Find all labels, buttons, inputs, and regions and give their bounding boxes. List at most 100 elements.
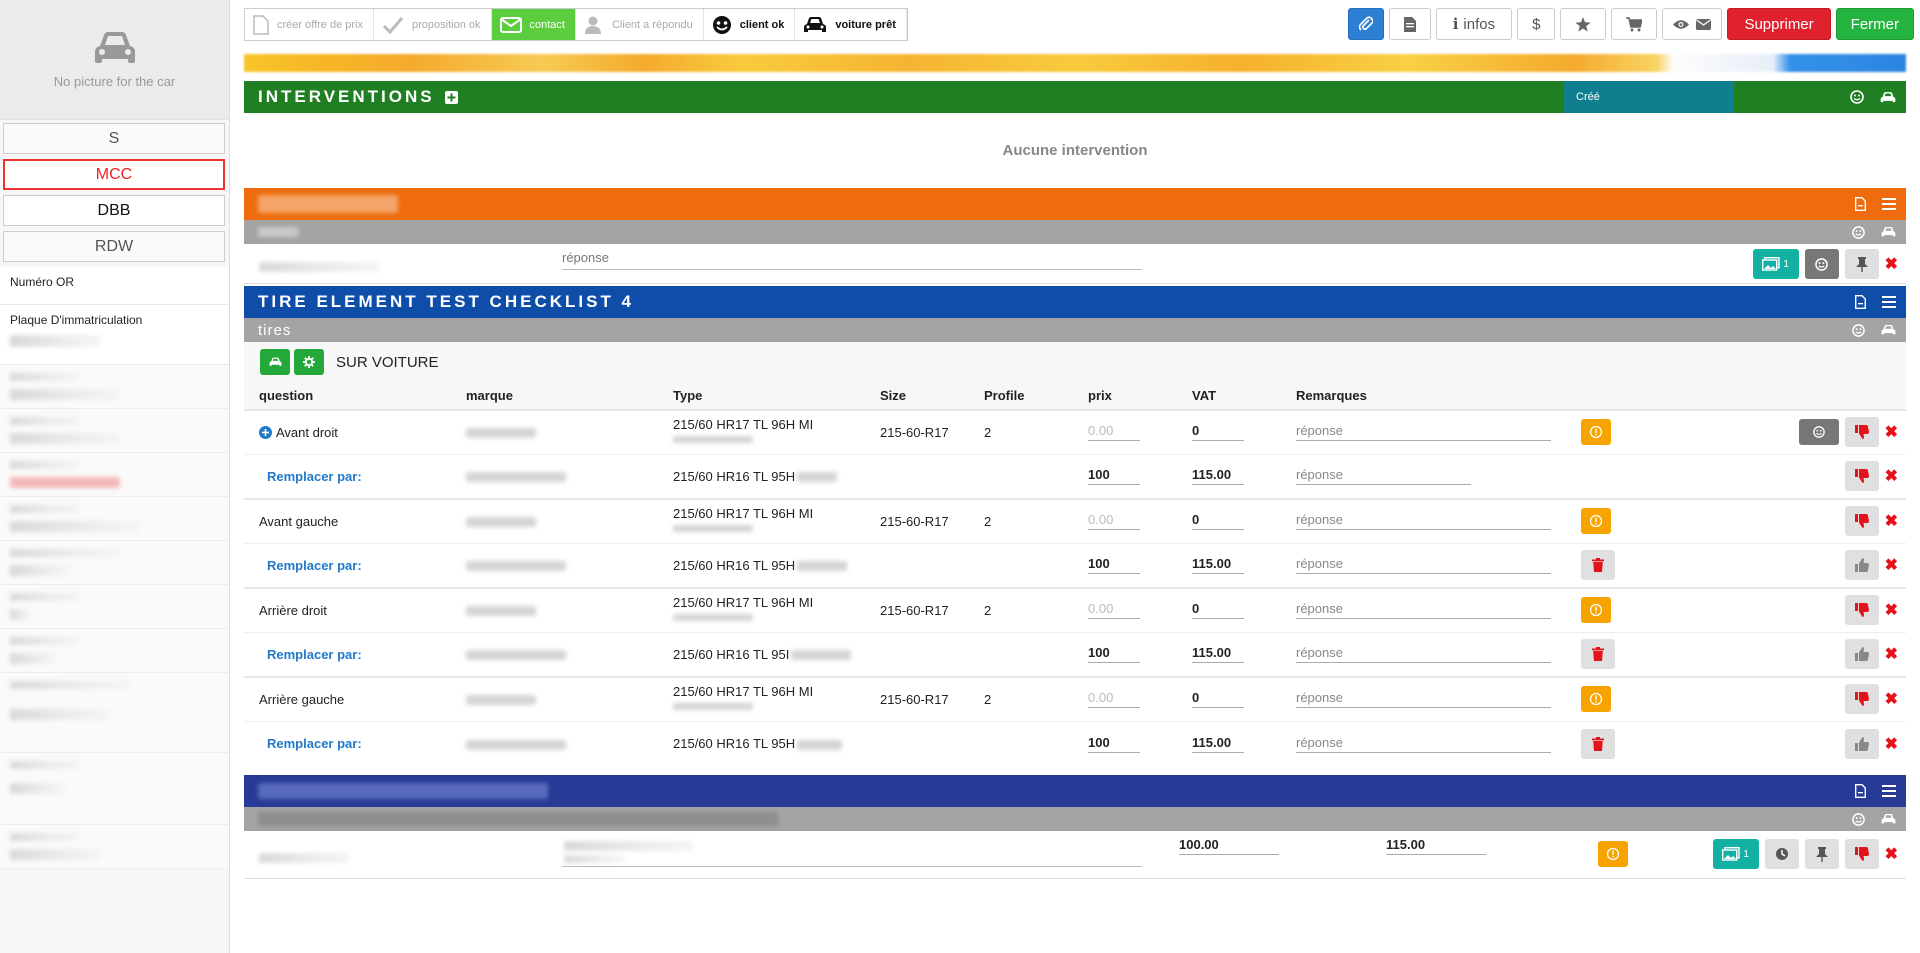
vat-input[interactable]: 115.00 [1386,837,1486,855]
replacement-price-input[interactable]: 100 [1088,556,1140,575]
expand-icon[interactable] [259,425,272,439]
replacement-vat-input[interactable]: 115.00 [1192,556,1244,575]
replacement-price-input[interactable]: 100 [1088,735,1140,753]
pin-button[interactable] [1804,839,1839,869]
pdf-icon[interactable] [1855,197,1866,211]
thumbs-down-button[interactable] [1844,461,1879,492]
document-button[interactable] [1388,8,1431,40]
remark-input[interactable]: réponse [1296,512,1551,531]
step-contact[interactable]: contact [491,9,576,40]
price-input[interactable]: 0.00 [1088,601,1140,620]
price-input[interactable]: 0.00 [1088,512,1140,531]
price-input[interactable]: 100.00 [1179,837,1279,855]
trash-button[interactable] [1581,550,1615,581]
favorite-button[interactable] [1560,8,1607,40]
thumbs-down-button[interactable] [1844,595,1879,626]
step-client-replied[interactable]: Client a répondu [576,9,704,40]
menu-icon[interactable] [1882,785,1896,797]
settings-button[interactable] [294,349,324,375]
vat-input[interactable]: 0 [1192,690,1244,709]
pdf-icon[interactable] [1855,784,1866,798]
thumbs-up-button[interactable] [1844,728,1879,759]
thumbs-down-button[interactable] [1844,684,1879,715]
warning-button[interactable] [1581,508,1611,535]
attachment-button[interactable] [1347,8,1384,40]
photos-button[interactable]: 1 [1752,249,1799,279]
tab-mcc[interactable]: MCC [3,159,225,190]
warning-button[interactable] [1581,597,1611,624]
thumbs-up-button[interactable] [1844,639,1879,670]
price-input[interactable]: 0.00 [1088,423,1140,442]
remove-icon[interactable]: ✖ [1885,644,1898,664]
menu-icon[interactable] [1882,296,1896,308]
thumbs-down-button[interactable] [1844,506,1879,537]
warning-button[interactable] [1581,419,1611,446]
answer-input[interactable]: réponse [562,250,1142,270]
remove-icon[interactable]: ✖ [1885,254,1898,274]
remove-icon[interactable]: ✖ [1885,600,1898,620]
add-intervention-icon[interactable] [444,90,458,104]
smile-icon[interactable] [1852,323,1865,337]
remove-icon[interactable]: ✖ [1885,466,1898,486]
replacement-vat-input[interactable]: 115.00 [1192,735,1244,753]
warning-button[interactable] [1581,686,1611,713]
step-proposal-ok[interactable]: proposition ok [374,9,492,40]
car-icon[interactable] [1880,91,1896,104]
remark-input[interactable]: réponse [1296,645,1551,664]
pdf-icon[interactable] [1855,295,1866,309]
replacement-vat-input[interactable]: 115.00 [1192,467,1244,486]
remark-input[interactable]: réponse [1296,556,1551,575]
car-toggle-button[interactable] [260,349,290,375]
thumbs-down-button[interactable] [1844,839,1879,869]
remark-input[interactable]: réponse [1296,690,1551,709]
trash-button[interactable] [1581,639,1615,670]
field-plaque[interactable]: Plaque D'immatriculation [0,305,229,365]
photos-button[interactable]: 1 [1712,839,1759,869]
delete-button[interactable]: Supprimer [1727,8,1831,40]
warning-button[interactable] [1598,841,1628,867]
customer-button[interactable] [1804,249,1839,279]
vat-input[interactable]: 0 [1192,512,1244,531]
remove-icon[interactable]: ✖ [1885,734,1898,754]
answer-input[interactable] [562,843,1142,867]
view-email-button[interactable] [1662,8,1723,40]
step-client-ok[interactable]: client ok [704,9,796,40]
price-input[interactable]: 0.00 [1088,690,1140,709]
infos-button[interactable]: i infos [1435,8,1513,40]
remark-input[interactable]: réponse [1296,601,1551,620]
vat-input[interactable]: 0 [1192,601,1244,620]
close-button[interactable]: Fermer [1835,8,1914,40]
step-car-ready[interactable]: voiture prêt [795,9,907,40]
thumbs-down-button[interactable] [1844,417,1879,448]
replacement-price-input[interactable]: 100 [1088,467,1140,486]
remark-input[interactable]: réponse [1296,423,1551,442]
smile-icon[interactable] [1852,812,1865,826]
vat-input[interactable]: 0 [1192,423,1244,442]
customer-button[interactable] [1798,419,1839,446]
remove-icon[interactable]: ✖ [1885,844,1898,864]
remove-icon[interactable]: ✖ [1885,689,1898,709]
menu-icon[interactable] [1882,198,1896,210]
remove-icon[interactable]: ✖ [1885,511,1898,531]
car-icon[interactable] [1881,324,1896,336]
history-button[interactable] [1764,839,1799,869]
remark-input[interactable]: réponse [1296,735,1551,753]
tab-dbb[interactable]: DBB [3,195,225,226]
step-create-quote[interactable]: créer offre de prix [245,9,375,40]
thumbs-up-button[interactable] [1844,550,1879,581]
replacement-vat-input[interactable]: 115.00 [1192,645,1244,664]
remove-icon[interactable]: ✖ [1885,422,1898,442]
field-numero-or[interactable]: Numéro OR [0,267,229,305]
remark-input[interactable]: réponse [1296,467,1471,486]
replacement-price-input[interactable]: 100 [1088,645,1140,664]
remove-icon[interactable]: ✖ [1885,555,1898,575]
tab-rdw[interactable]: RDW [3,231,225,262]
car-icon[interactable] [1881,226,1896,238]
pin-button[interactable] [1844,249,1879,279]
tab-s[interactable]: S [3,123,225,154]
smile-icon[interactable] [1852,225,1865,239]
price-button[interactable]: $ [1517,8,1556,40]
car-icon[interactable] [1881,813,1896,825]
trash-button[interactable] [1581,728,1615,759]
cart-button[interactable] [1611,8,1658,40]
